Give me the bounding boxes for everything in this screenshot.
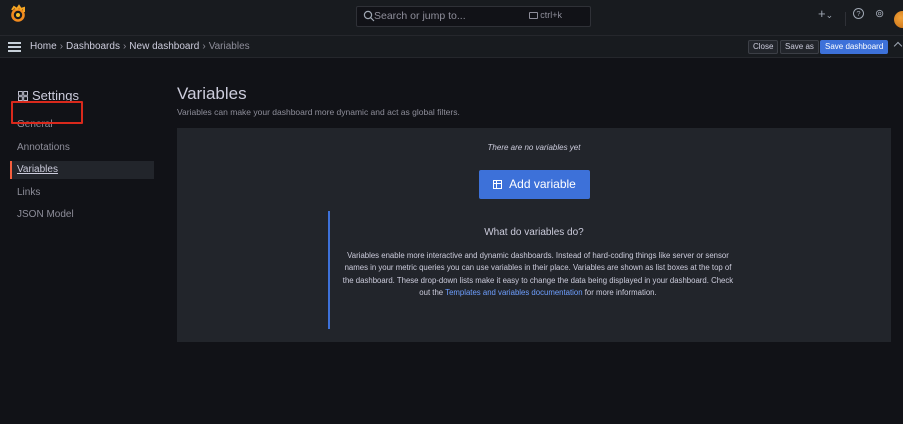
sidebar-item-variables[interactable]: Variables bbox=[10, 161, 154, 179]
sidebar-item-links[interactable]: Links bbox=[17, 184, 40, 202]
add-variable-button[interactable]: Add variable bbox=[479, 170, 590, 199]
chevron-down-icon: ⌄ bbox=[825, 10, 834, 20]
documentation-link[interactable]: Templates and variables documentation bbox=[445, 288, 582, 297]
breadcrumb-separator: › bbox=[122, 41, 127, 52]
breadcrumb-dashboards[interactable]: Dashboards bbox=[66, 41, 120, 52]
search-placeholder: Search or jump to... bbox=[374, 10, 466, 22]
highlight-box bbox=[11, 101, 83, 124]
top-bar: Search or jump to... ctrl+k +⌄ ? ⊚ bbox=[0, 0, 903, 36]
shortcut-label: ctrl+k bbox=[540, 10, 562, 20]
keyboard-icon bbox=[529, 12, 539, 19]
settings-grid-icon bbox=[18, 91, 28, 101]
grafana-logo-icon[interactable] bbox=[8, 4, 28, 24]
add-grid-icon bbox=[493, 180, 503, 189]
avatar[interactable] bbox=[894, 11, 903, 28]
breadcrumb-new-dashboard[interactable]: New dashboard bbox=[129, 41, 199, 52]
news-icon[interactable]: ⊚ bbox=[875, 7, 884, 20]
help-callout: What do variables do? Variables enable m… bbox=[328, 211, 736, 329]
keyboard-shortcut: ctrl+k bbox=[529, 10, 562, 20]
close-button[interactable]: Close bbox=[748, 40, 779, 54]
new-button[interactable]: +⌄ bbox=[818, 6, 833, 21]
help-title: What do variables do? bbox=[484, 227, 584, 238]
breadcrumb-current: Variables bbox=[208, 41, 250, 52]
chevron-up-icon[interactable] bbox=[893, 41, 903, 51]
divider bbox=[845, 12, 846, 26]
help-body: Variables enable more interactive and dy… bbox=[340, 250, 736, 300]
add-variable-label: Add variable bbox=[509, 177, 576, 191]
help-text-end: for more information. bbox=[582, 288, 657, 298]
menu-icon[interactable] bbox=[8, 42, 21, 52]
breadcrumb-separator: › bbox=[202, 41, 206, 52]
empty-state-text: There are no variables yet bbox=[487, 143, 581, 152]
empty-state-panel: There are no variables yet Add variable … bbox=[177, 128, 891, 342]
breadcrumb-home[interactable]: Home bbox=[30, 41, 57, 52]
sidebar-item-json-model[interactable]: JSON Model bbox=[17, 206, 74, 224]
search-input[interactable]: Search or jump to... ctrl+k bbox=[356, 6, 591, 27]
save-as-button[interactable]: Save as bbox=[780, 40, 819, 54]
page-title: Variables bbox=[177, 84, 247, 103]
breadcrumb-separator: › bbox=[59, 41, 64, 52]
plus-icon: + bbox=[818, 6, 826, 21]
save-dashboard-button[interactable]: Save dashboard bbox=[820, 40, 889, 54]
help-icon[interactable]: ? bbox=[853, 8, 864, 19]
breadcrumb: Home › Dashboards › New dashboard › Variables bbox=[30, 41, 250, 52]
sidebar-item-annotations[interactable]: Annotations bbox=[17, 139, 70, 157]
page-description: Variables can make your dashboard more d… bbox=[177, 107, 460, 117]
breadcrumb-bar: Home › Dashboards › New dashboard › Variables … bbox=[0, 36, 903, 58]
